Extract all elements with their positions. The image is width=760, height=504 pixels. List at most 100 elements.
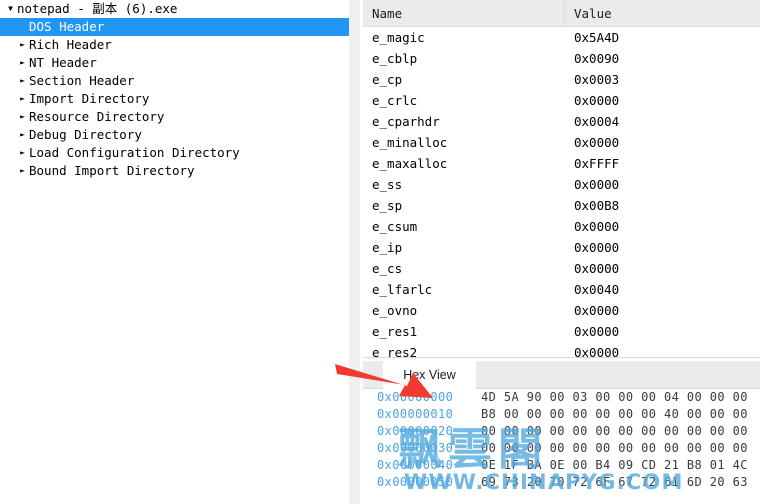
column-header-name[interactable]: Name — [372, 0, 402, 26]
chevron-right-icon[interactable]: ► — [16, 36, 29, 54]
tree-item-resource-directory[interactable]: ► Resource Directory — [0, 108, 360, 126]
tree-item-load-configuration-directory[interactable]: ► Load Configuration Directory — [0, 144, 360, 162]
tree-item-dos-header[interactable]: DOS Header — [0, 18, 360, 36]
hex-row: 0x00000020 00 00 00 00 00 00 00 00 00 00… — [363, 423, 760, 440]
field-value: 0x0000 — [574, 324, 620, 339]
field-name: e_maxalloc — [372, 156, 448, 171]
details-panel: Name Value e_magic 0x5A4D e_cblp 0x0090 … — [363, 0, 760, 504]
hex-dump-area[interactable]: 0x00000000 4D 5A 90 00 03 00 00 00 04 00… — [363, 389, 760, 504]
chevron-right-icon[interactable]: ► — [16, 108, 29, 126]
hex-bytes: B8 00 00 00 00 00 00 00 40 00 00 00 — [481, 407, 748, 421]
table-row[interactable]: e_minalloc 0x0000 — [363, 132, 760, 153]
hex-offset: 0x00000040 — [377, 458, 454, 472]
table-row[interactable]: e_cs 0x0000 — [363, 258, 760, 279]
tree-vertical-scrollbar[interactable] — [349, 0, 360, 504]
field-name: e_ip — [372, 240, 403, 255]
hex-tab-strip: Hex View — [363, 361, 760, 389]
hex-row: 0x00000040 0E 1F BA 0E 00 B4 09 CD 21 B8… — [363, 457, 760, 474]
table-row[interactable]: e_sp 0x00B8 — [363, 195, 760, 216]
chevron-right-icon[interactable]: ► — [16, 144, 29, 162]
column-header-value[interactable]: Value — [574, 0, 612, 26]
field-value: 0x0000 — [574, 345, 620, 358]
hex-row: 0x00000030 00 00 00 00 00 00 00 00 00 00… — [363, 440, 760, 457]
field-name: e_ovno — [372, 303, 418, 318]
tree-item-label: Load Configuration Directory — [29, 145, 240, 160]
tree-item-import-directory[interactable]: ► Import Directory — [0, 90, 360, 108]
hex-offset: 0x00000020 — [377, 424, 454, 438]
column-separator[interactable] — [564, 0, 565, 27]
table-row[interactable]: e_cparhdr 0x0004 — [363, 111, 760, 132]
tree-item-label: Resource Directory — [29, 109, 165, 124]
tree-root-label: notepad - 副本 (6).exe — [17, 1, 178, 16]
field-value: 0x0000 — [574, 135, 620, 150]
field-value: 0x0040 — [574, 282, 620, 297]
table-row[interactable]: e_csum 0x0000 — [363, 216, 760, 237]
chevron-down-icon[interactable]: ▼ — [4, 0, 17, 18]
field-name: e_ss — [372, 177, 403, 192]
table-row[interactable]: e_ip 0x0000 — [363, 237, 760, 258]
tree-item-bound-import-directory[interactable]: ► Bound Import Directory — [0, 162, 360, 180]
field-value: 0x0000 — [574, 93, 620, 108]
field-name: e_cparhdr — [372, 114, 440, 129]
tree-item-label: Section Header — [29, 73, 135, 88]
table-row[interactable]: e_lfarlc 0x0040 — [363, 279, 760, 300]
hex-row: 0x00000010 B8 00 00 00 00 00 00 00 40 00… — [363, 406, 760, 423]
chevron-right-icon[interactable]: ► — [16, 162, 29, 180]
table-row[interactable]: e_maxalloc 0xFFFF — [363, 153, 760, 174]
field-name: e_cs — [372, 261, 403, 276]
tree-item-label: Debug Directory — [29, 127, 142, 142]
tree-item-label: Bound Import Directory — [29, 163, 195, 178]
hex-offset: 0x00000030 — [377, 441, 454, 455]
hex-offset: 0x00000000 — [377, 390, 454, 404]
field-name: e_lfarlc — [372, 282, 433, 297]
field-name: e_res2 — [372, 345, 418, 358]
tree-item-label: Import Directory — [29, 91, 150, 106]
field-value: 0x0000 — [574, 219, 620, 234]
hex-view-panel: Hex View 0x00000000 4D 5A 90 00 03 00 00… — [363, 359, 760, 504]
table-row[interactable]: e_res1 0x0000 — [363, 321, 760, 342]
table-row[interactable]: e_cp 0x0003 — [363, 69, 760, 90]
table-row[interactable]: e_magic 0x5A4D — [363, 27, 760, 48]
table-header-row: Name Value — [363, 0, 760, 27]
hex-bytes: 00 00 00 00 00 00 00 00 00 00 00 00 — [481, 441, 748, 455]
field-name: e_cp — [372, 72, 403, 87]
field-value: 0x5A4D — [574, 30, 620, 45]
tree-item-label: NT Header — [29, 55, 97, 70]
hex-bytes: 4D 5A 90 00 03 00 00 00 04 00 00 00 — [481, 390, 748, 404]
hex-bytes: 69 73 20 70 72 6F 67 72 61 6D 20 63 — [481, 475, 748, 489]
field-value: 0x0090 — [574, 51, 620, 66]
table-row[interactable]: e_ss 0x0000 — [363, 174, 760, 195]
chevron-right-icon[interactable]: ► — [16, 126, 29, 144]
table-row[interactable]: e_res2 0x0000 — [363, 342, 760, 358]
field-value: 0x00B8 — [574, 198, 620, 213]
table-row[interactable]: e_ovno 0x0000 — [363, 300, 760, 321]
field-value: 0x0000 — [574, 177, 620, 192]
hex-offset: 0x00000010 — [377, 407, 454, 421]
chevron-right-icon[interactable]: ► — [16, 54, 29, 72]
field-name: e_minalloc — [372, 135, 448, 150]
field-name: e_crlc — [372, 93, 418, 108]
field-value: 0xFFFF — [574, 156, 620, 171]
field-value: 0x0003 — [574, 72, 620, 87]
field-value: 0x0004 — [574, 114, 620, 129]
table-row[interactable]: e_crlc 0x0000 — [363, 90, 760, 111]
tree-item-rich-header[interactable]: ► Rich Header — [0, 36, 360, 54]
field-name: e_csum — [372, 219, 418, 234]
field-value-table: Name Value e_magic 0x5A4D e_cblp 0x0090 … — [363, 0, 760, 358]
tree-root-node[interactable]: ▼ notepad - 副本 (6).exe — [0, 0, 360, 18]
table-row[interactable]: e_cblp 0x0090 — [363, 48, 760, 69]
tree-item-debug-directory[interactable]: ► Debug Directory — [0, 126, 360, 144]
field-name: e_sp — [372, 198, 403, 213]
hex-bytes: 0E 1F BA 0E 00 B4 09 CD 21 B8 01 4C — [481, 458, 748, 472]
tree-item-section-header[interactable]: ► Section Header — [0, 72, 360, 90]
structure-tree-panel: ▼ notepad - 副本 (6).exe DOS Header ► Rich H… — [0, 0, 360, 504]
tab-hex-view[interactable]: Hex View — [383, 361, 476, 389]
tree-item-nt-header[interactable]: ► NT Header — [0, 54, 360, 72]
chevron-right-icon[interactable]: ► — [16, 90, 29, 108]
tree-item-label: Rich Header — [29, 37, 112, 52]
hex-row: 0x00000050 69 73 20 70 72 6F 67 72 61 6D… — [363, 474, 760, 491]
chevron-right-icon[interactable]: ► — [16, 72, 29, 90]
tree-item-label: DOS Header — [29, 19, 105, 34]
hex-bytes: 00 00 00 00 00 00 00 00 00 00 00 00 — [481, 424, 748, 438]
field-value: 0x0000 — [574, 240, 620, 255]
